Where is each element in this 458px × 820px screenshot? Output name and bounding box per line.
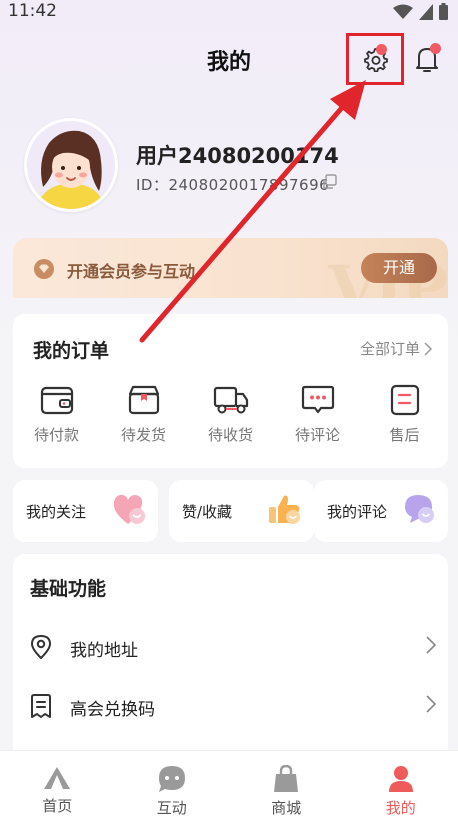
order-item-label: 待发货 — [120, 426, 166, 444]
tab-label: 我的 — [385, 799, 416, 817]
vip-promo-text: 开通会员参与互动 — [67, 262, 196, 281]
likes-favorites-label: 赞/收藏 — [182, 503, 233, 521]
status-time: 11:42 — [8, 1, 57, 21]
my-address-label: 我的地址 — [70, 641, 138, 661]
tab-label: 互动 — [156, 799, 187, 817]
chevron-right-icon — [426, 695, 436, 713]
orders-card: 我的订单 全部订单 待付款 待发货 待收货 待评论 售后 — [13, 314, 448, 468]
person-icon — [388, 766, 413, 792]
heart-icon — [113, 494, 145, 524]
order-pending-receipt[interactable]: 待收货 — [187, 384, 274, 445]
vip-open-button[interactable]: 开通 — [361, 253, 437, 283]
avatar[interactable] — [24, 118, 118, 212]
all-orders-link[interactable]: 全部订单 — [360, 338, 432, 359]
order-item-label: 售后 — [389, 426, 420, 444]
notification-badge-dot — [430, 43, 441, 54]
status-icons — [393, 3, 448, 20]
basic-functions-card: 基础功能 我的地址 高会兑换码 — [13, 554, 448, 774]
chevron-right-icon — [424, 341, 432, 356]
comment-icon — [301, 385, 334, 414]
status-bar: 11:42 — [0, 0, 458, 24]
my-follow-label: 我的关注 — [26, 503, 87, 521]
user-id: ID：2408020017897696 — [136, 176, 330, 194]
copy-icon[interactable] — [322, 174, 338, 190]
order-pending-shipment[interactable]: 待发货 — [100, 384, 187, 445]
tab-interact[interactable]: 互动 — [115, 751, 230, 820]
battery-icon — [439, 3, 448, 20]
all-orders-label: 全部订单 — [359, 340, 420, 358]
my-address-row[interactable]: 我的地址 — [13, 626, 448, 666]
avatar-image — [27, 121, 115, 209]
truck-icon — [213, 386, 248, 414]
order-pending-review[interactable]: 待评论 — [274, 384, 361, 445]
order-item-label: 待评论 — [294, 426, 340, 444]
comment-bubble-icon — [405, 495, 434, 523]
order-pending-payment[interactable]: 待付款 — [13, 384, 100, 445]
box-icon — [128, 385, 159, 415]
basic-functions-title: 基础功能 — [30, 578, 107, 600]
my-comments-card[interactable]: 我的评论 — [314, 480, 448, 542]
chevron-right-icon — [426, 636, 436, 654]
tab-label: 商城 — [271, 799, 302, 817]
receipt-icon — [31, 694, 51, 718]
tab-home[interactable]: 首页 — [0, 751, 115, 820]
chat-icon — [158, 766, 185, 792]
tab-mall[interactable]: 商城 — [229, 751, 344, 820]
order-after-sale[interactable]: 售后 — [361, 384, 448, 445]
my-comments-label: 我的评论 — [327, 503, 388, 521]
thumbs-up-icon — [269, 495, 300, 524]
wifi-icon — [393, 4, 413, 19]
signal-icon — [419, 3, 433, 20]
my-follow-card[interactable]: 我的关注 — [13, 480, 158, 542]
bag-icon — [274, 765, 299, 792]
order-item-label: 待收货 — [207, 426, 253, 444]
notification-button[interactable] — [410, 40, 444, 78]
settings-button[interactable] — [346, 33, 404, 85]
tab-mine[interactable]: 我的 — [344, 751, 458, 820]
tab-label: 首页 — [42, 797, 73, 815]
settings-badge-dot — [376, 44, 387, 55]
wallet-icon — [40, 386, 73, 415]
order-item-label: 待付款 — [33, 426, 79, 444]
redeem-code-row[interactable]: 高会兑换码 — [13, 685, 448, 725]
vip-badge-icon — [34, 259, 54, 279]
after-sale-icon — [390, 384, 419, 416]
redeem-code-label: 高会兑换码 — [70, 700, 155, 720]
likes-favorites-card[interactable]: 赞/收藏 — [169, 480, 314, 542]
bottom-tab-bar: 首页 互动 商城 我的 — [0, 750, 458, 820]
orders-title: 我的订单 — [33, 340, 110, 362]
location-icon — [31, 635, 51, 659]
vip-banner[interactable]: VIP 开通会员参与互动 开通 — [13, 238, 448, 298]
home-icon — [44, 767, 71, 789]
username: 用户24080200174 — [136, 144, 339, 168]
